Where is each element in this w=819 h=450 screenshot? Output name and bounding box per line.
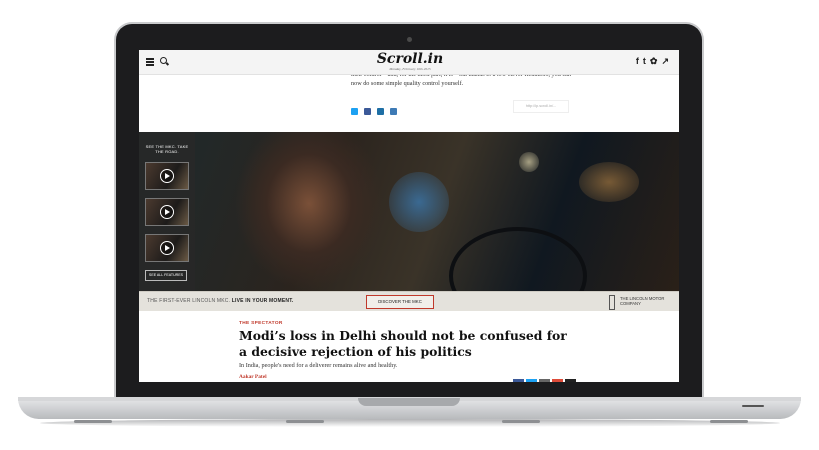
browser-screen: Scroll.in Monday, February 16th 2015 ft✿… — [139, 50, 679, 382]
video-ad-banner[interactable]: SEE THE MKC. TAKE THE ROAD. SEE ALL FEAT… — [139, 132, 679, 291]
discover-mkc-button[interactable]: DISCOVER THE MKC — [366, 295, 434, 309]
laptop-notch — [358, 398, 460, 406]
video-thumbnail[interactable] — [145, 234, 189, 262]
article-dek: In India, people's need for a deliverer … — [239, 362, 398, 369]
video-thumbnail[interactable] — [145, 198, 189, 226]
lincoln-logo-icon — [609, 295, 615, 310]
facebook-icon[interactable] — [364, 108, 371, 115]
short-url-field[interactable]: http://ip.scroll.in/... — [513, 100, 569, 113]
play-icon[interactable] — [160, 169, 174, 183]
status-light — [742, 405, 764, 407]
play-icon[interactable] — [160, 241, 174, 255]
linkedin-icon[interactable] — [377, 108, 384, 115]
article-kicker[interactable]: THE SPECTATOR — [239, 321, 283, 326]
video-thumbnail[interactable] — [145, 162, 189, 190]
ad-footer-bar: THE FIRST-EVER LINCOLN MKC. LIVE IN YOUR… — [139, 291, 679, 311]
email-icon[interactable] — [390, 108, 397, 115]
ad-driver-image — [234, 132, 384, 291]
header-social: ft✿↗ — [636, 56, 673, 67]
search-icon[interactable] — [160, 57, 167, 64]
see-all-features-button[interactable]: SEE ALL FEATURES — [145, 270, 187, 281]
camera-dot — [407, 37, 412, 42]
settings-icon[interactable]: ✿ — [650, 56, 662, 66]
menu-icon[interactable] — [146, 58, 154, 66]
header-date: Monday, February 16th 2015 — [389, 67, 431, 71]
facebook-icon[interactable] — [513, 379, 524, 382]
twitter-icon[interactable] — [526, 379, 537, 382]
site-logo[interactable]: Scroll.in — [375, 52, 445, 67]
site-header: Scroll.in Monday, February 16th 2015 ft✿… — [139, 50, 679, 75]
facebook-icon[interactable]: f — [636, 56, 643, 66]
reddit-icon[interactable] — [565, 379, 576, 382]
play-icon[interactable] — [160, 205, 174, 219]
steering-wheel-image — [449, 227, 587, 291]
twitter-icon[interactable] — [351, 108, 358, 115]
googleplus-icon[interactable] — [552, 379, 563, 382]
ad-brand-name: THE LINCOLN MOTOR COMPANY — [620, 296, 665, 306]
ad-video-sidebar: SEE THE MKC. TAKE THE ROAD. SEE ALL FEAT… — [139, 132, 195, 291]
trending-icon[interactable]: ↗ — [661, 56, 673, 66]
ad-side-title: SEE THE MKC. TAKE THE ROAD. — [145, 144, 189, 154]
share-row-top — [351, 102, 403, 115]
ad-footer-text: THE FIRST-EVER LINCOLN MKC. LIVE IN YOUR… — [147, 298, 294, 304]
share-row-bottom — [513, 374, 578, 382]
email-icon[interactable] — [539, 379, 550, 382]
article-headline[interactable]: Modi’s loss in Delhi should not be confu… — [239, 328, 579, 360]
twitter-icon[interactable]: t — [643, 56, 650, 66]
article-byline[interactable]: Aakar Patel — [239, 374, 267, 380]
